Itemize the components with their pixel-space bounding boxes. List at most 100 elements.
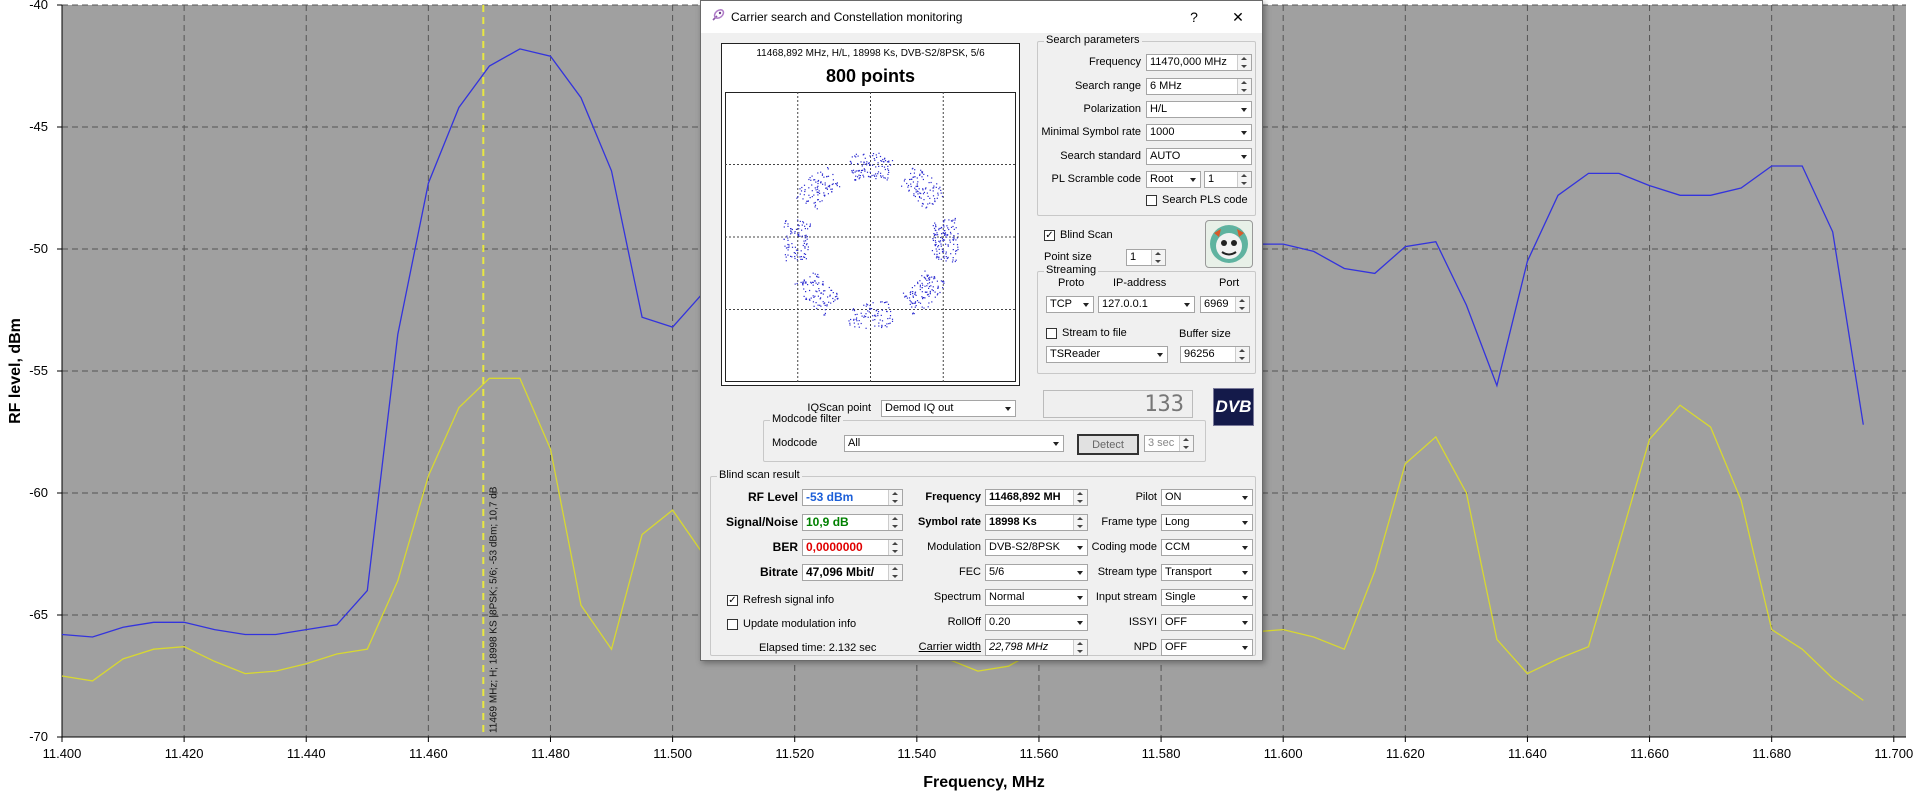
spinner-arrows-icon[interactable] [1237,55,1251,70]
dialog-title-bar[interactable]: Carrier search and Constellation monitor… [701,1,1262,33]
coding-mode-select[interactable]: CCM [1161,539,1253,556]
pl-scramble-code-spinner[interactable]: 1 [1204,171,1252,188]
x-tick-label: 11.440 [287,746,326,761]
spinner-arrows-icon[interactable] [1235,297,1249,312]
constellation-point [816,307,818,310]
spinner-arrows-icon[interactable] [1151,250,1165,265]
constellation-point [799,235,801,237]
constellation-point [943,226,945,228]
constellation-point [883,161,885,163]
stream-target-value: TSReader [1050,348,1101,360]
frame-type-select[interactable]: Long [1161,514,1253,531]
min-symbol-rate-select[interactable]: 1000 [1146,124,1252,141]
buffer-size-spinner[interactable]: 96256 [1180,346,1250,363]
pilot-select[interactable]: ON [1161,489,1253,506]
constellation-point [828,301,830,303]
detect-timeout-spinner[interactable]: 3 sec [1144,435,1194,452]
constellation-point [816,186,818,188]
stream-type-select[interactable]: Transport [1161,564,1253,581]
bitrate-label: Bitrate [759,565,798,579]
blind-scan-result-title: Blind scan result [717,469,802,481]
spinner-arrows-icon[interactable] [1179,436,1193,451]
npd-select[interactable]: OFF [1161,639,1253,656]
constellation-point [872,315,874,317]
spectrum-select[interactable]: Normal [985,589,1088,606]
x-tick-label: 11.560 [1020,746,1059,761]
constellation-point [917,191,919,193]
constellation-point [938,252,941,254]
close-button[interactable]: ✕ [1220,5,1256,29]
constellation-point [917,200,919,202]
modulation-select[interactable]: DVB-S2/8PSK [985,539,1088,556]
constellation-point [809,177,811,179]
constellation-point [796,282,798,285]
mascot-button[interactable] [1205,220,1253,268]
constellation-point [941,248,943,250]
constellation-point [881,301,883,303]
port-spinner[interactable]: 6969 [1200,296,1250,313]
y-tick-label: -40 [29,0,48,12]
constellation-point [952,225,954,228]
help-button[interactable]: ? [1176,5,1212,29]
spinner-arrows-icon[interactable] [1237,172,1251,187]
constellation-point [883,166,886,168]
search-range-spinner[interactable]: 6 MHz [1146,78,1252,95]
constellation-point [884,160,887,162]
issyi-select[interactable]: OFF [1161,614,1253,631]
constellation-point [904,295,906,297]
polarization-select[interactable]: H/L [1146,101,1252,118]
constellation-point [855,153,857,155]
blind-scan-checkbox[interactable]: ✓ [1044,230,1055,241]
port-value: 6969 [1204,298,1229,310]
refresh-signal-checkbox[interactable]: ✓ [727,595,738,606]
spinner-arrows-icon[interactable] [1237,79,1251,94]
search-standard-label: Search standard [1060,150,1141,162]
constellation-point [816,208,818,210]
pilot-value: ON [1165,491,1182,503]
constellation-point [793,252,795,254]
chevron-down-icon [1049,436,1063,451]
carrier-width-label[interactable]: Carrier width [901,641,981,653]
search-standard-select[interactable]: AUTO [1146,148,1252,165]
proto-select[interactable]: TCP [1046,296,1094,313]
point-size-spinner[interactable]: 1 [1126,249,1166,266]
constellation-point [808,298,811,300]
stream-target-select[interactable]: TSReader [1046,346,1168,363]
constellation-point [801,186,803,189]
constellation-point [803,253,805,255]
rolloff-select[interactable]: 0.20 [985,614,1088,631]
frequency-spinner[interactable]: 11470,000 MHz [1146,54,1252,71]
modcode-select[interactable]: All [844,435,1064,452]
constellation-point [921,275,923,277]
stream-to-file-checkbox[interactable] [1046,328,1057,339]
ip-address-select[interactable]: 127.0.0.1 [1098,296,1195,313]
constellation-point [886,301,888,303]
constellation-point [823,290,825,292]
bitrate-value: 47,096 Mbit/ [806,565,875,579]
constellation-point [813,202,815,204]
constellation-point [882,158,884,161]
constellation-point [800,256,802,258]
spinner-arrows-icon[interactable] [1235,347,1249,362]
carrier-width-field: 22,798 MHz [985,639,1088,656]
spectrum-label: Spectrum [933,591,981,603]
constellation-point [805,240,807,242]
fec-select[interactable]: 5/6 [985,564,1088,581]
constellation-point [865,163,867,165]
constellation-point [927,277,930,279]
constellation-point [913,172,915,174]
detect-button[interactable]: Detect [1077,434,1139,455]
update-modulation-checkbox[interactable] [727,619,738,630]
input-stream-select[interactable]: Single [1161,589,1253,606]
constellation-point [821,174,823,176]
constellation-point [811,175,813,177]
constellation-point [886,323,888,325]
search-pls-checkbox[interactable] [1146,195,1157,206]
constellation-point [886,326,888,328]
constellation-point [790,228,792,230]
pl-scramble-mode-select[interactable]: Root [1146,171,1201,188]
constellation-point [889,164,892,166]
constellation-point [809,225,811,227]
iqscan-select[interactable]: Demod IQ out [881,400,1016,417]
issyi-label: ISSYI [1128,616,1157,628]
